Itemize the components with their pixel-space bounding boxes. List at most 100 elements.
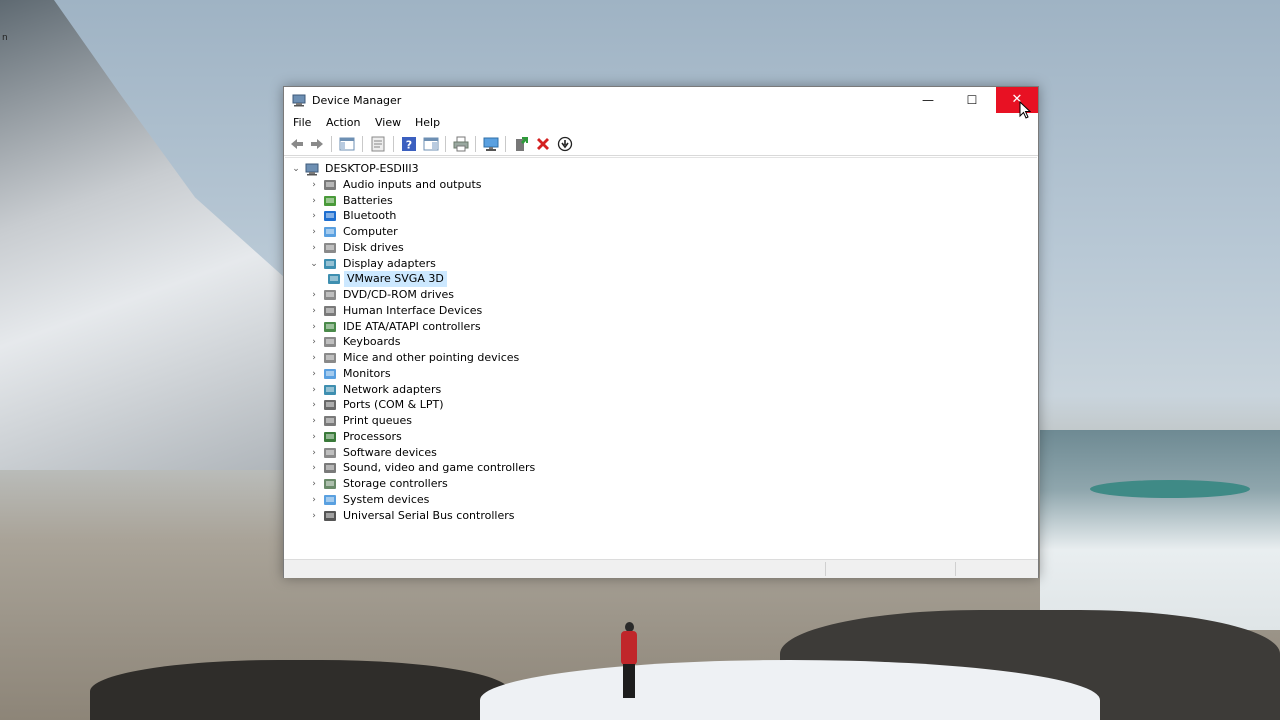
chevron-right-icon[interactable]: › [309,303,319,319]
chevron-right-icon[interactable]: › [309,382,319,398]
tree-item-label: Bluetooth [343,209,397,223]
chevron-down-icon[interactable]: ⌄ [291,161,301,177]
status-bar [284,559,1038,578]
wallpaper-sea [1040,430,1280,630]
category-item[interactable]: › Keyboards [309,334,709,350]
tree-item-label: VMware SVGA 3D [344,271,447,288]
menu-view[interactable]: View [375,116,401,129]
update-driver-icon[interactable] [557,136,573,152]
toolbar-separator [362,136,363,152]
chevron-right-icon[interactable]: › [309,460,319,476]
tree-root-label: DESKTOP-ESDIII3 [325,162,419,175]
maximize-button[interactable]: ☐ [950,87,994,113]
back-arrow-icon[interactable] [289,136,305,152]
category-item[interactable]: › Network adapters [309,382,709,398]
menu-action[interactable]: Action [326,116,360,129]
menu-file[interactable]: File [293,116,311,129]
window-title: Device Manager [312,94,402,107]
toolbar-separator [393,136,394,152]
tree-item-label: Human Interface Devices [343,303,483,317]
battery-icon [324,195,336,206]
chevron-right-icon[interactable]: › [309,319,319,335]
storage-controller-icon [324,479,336,489]
tree-item-label: Display adapters [343,256,436,270]
tree-item-label: Mice and other pointing devices [343,351,520,364]
chevron-right-icon[interactable]: › [309,224,319,240]
chevron-right-icon[interactable]: › [309,350,319,366]
mouse-icon [324,353,336,363]
category-item[interactable]: › Computer [309,224,709,240]
tree-item-label: DVD/CD-ROM drives [343,288,454,301]
chevron-right-icon[interactable]: › [309,177,319,193]
category-item[interactable]: › Batteries [309,193,709,209]
status-panel-divider [955,562,956,576]
category-item[interactable]: › Bluetooth [309,208,709,224]
tree-item-label: Storage controllers [343,477,448,490]
category-item[interactable]: ⌄ Display adapters [309,256,709,272]
show-hide-console-tree-icon[interactable] [339,136,355,152]
toolbar-separator [445,136,446,152]
device-item[interactable]: VMware SVGA 3D [327,271,727,288]
port-icon [324,400,336,411]
menu-help[interactable]: Help [415,116,440,129]
uninstall-device-icon[interactable] [535,136,551,152]
close-button[interactable]: ✕ [996,87,1038,113]
status-panel-divider [825,562,826,576]
category-item[interactable]: › Software devices [309,445,709,461]
chevron-right-icon[interactable]: › [309,429,319,445]
bluetooth-icon [324,211,336,222]
chevron-right-icon[interactable]: › [309,366,319,382]
monitor-icon [324,368,336,379]
properties-icon[interactable] [370,136,386,152]
category-item[interactable]: › Audio inputs and outputs [309,177,709,193]
menu-bar: File Action View Help [284,113,1038,133]
chevron-right-icon[interactable]: › [309,287,319,303]
category-item[interactable]: › Sound, video and game controllers [309,460,709,476]
chevron-right-icon[interactable]: › [309,476,319,492]
category-item[interactable]: › Mice and other pointing devices [309,350,709,366]
chevron-right-icon[interactable]: › [309,413,319,429]
chevron-right-icon[interactable]: › [309,508,319,524]
action-pane-icon[interactable] [423,136,439,152]
device-tree: ⌄ DESKTOP-ESDIII3 › Audio inputs and outp… [285,157,1037,560]
forward-arrow-icon[interactable] [309,136,325,152]
tree-item-label: IDE ATA/ATAPI controllers [343,319,481,333]
toolbar-separator [331,136,332,152]
scan-hardware-changes-icon[interactable] [483,136,499,152]
computer-icon [324,227,336,237]
hid-icon [324,305,336,316]
category-item[interactable]: › Disk drives [309,240,709,256]
chevron-right-icon[interactable]: › [309,334,319,350]
sound-controller-icon [324,463,336,474]
category-item[interactable]: › DVD/CD-ROM drives [309,287,709,303]
chevron-down-icon[interactable]: ⌄ [309,256,319,272]
help-icon[interactable]: ? [401,136,417,152]
tree-root[interactable]: ⌄ DESKTOP-ESDIII3 [291,161,491,177]
add-driver-icon[interactable] [513,136,529,152]
optical-drive-icon [324,290,336,300]
chevron-right-icon[interactable]: › [309,445,319,461]
chevron-right-icon[interactable]: › [309,397,319,413]
category-item[interactable]: › IDE ATA/ATAPI controllers [309,319,709,335]
chevron-right-icon[interactable]: › [309,208,319,224]
tree-item-label: Universal Serial Bus controllers [343,508,515,522]
display-adapter-icon [328,274,340,285]
category-item[interactable]: › Human Interface Devices [309,303,709,319]
title-bar[interactable]: Device Manager — ☐ ✕ [284,87,1038,119]
chevron-right-icon[interactable]: › [309,240,319,256]
ide-controller-icon [324,321,336,332]
category-item[interactable]: › Ports (COM & LPT) [309,397,709,413]
print-icon[interactable] [453,136,469,152]
category-item[interactable]: › Monitors [309,366,709,382]
chevron-right-icon[interactable]: › [309,193,319,209]
chevron-right-icon[interactable]: › [309,492,319,508]
category-item[interactable]: › System devices [309,492,709,508]
minimize-button[interactable]: — [906,87,950,113]
category-item[interactable]: › Processors [309,429,709,445]
category-item[interactable]: › Storage controllers [309,476,709,492]
category-item[interactable]: › Print queues [309,413,709,429]
toolbar: ? [284,133,1038,156]
wallpaper-wave [1090,480,1250,498]
system-devices-icon [324,494,336,505]
category-item[interactable]: › Universal Serial Bus controllers [309,508,709,524]
